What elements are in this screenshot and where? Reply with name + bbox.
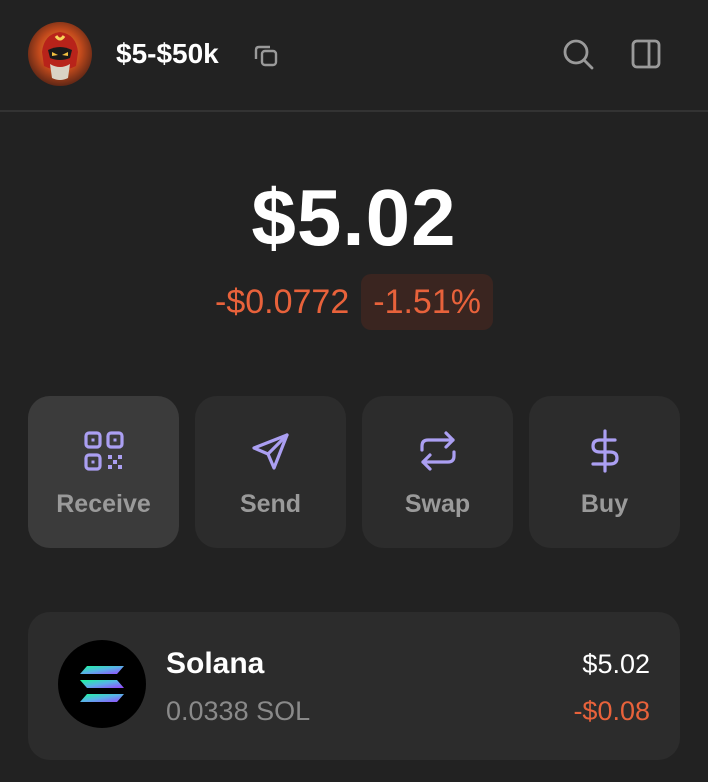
token-change: -$0.08 [573, 696, 650, 726]
search-button[interactable] [558, 34, 598, 74]
change-value: -$0.0772 [215, 283, 350, 321]
send-button[interactable]: Send [195, 396, 346, 548]
send-icon [248, 428, 294, 474]
send-label: Send [239, 490, 302, 518]
swap-button[interactable]: Swap [362, 396, 513, 548]
total-balance: $5.02 [251, 173, 457, 262]
header: $5-$50k [0, 0, 708, 112]
solana-logo-icon [58, 640, 146, 728]
receive-button[interactable]: Receive [28, 396, 179, 548]
wallet-app: $5-$50k $5.02 -$0.0772 -1.51% Receive Se… [0, 0, 708, 782]
buy-label: Buy [580, 490, 629, 518]
token-row-solana[interactable]: Solana 0.0338 SOL $5.02 -$0.08 [28, 612, 680, 760]
swap-label: Swap [404, 490, 471, 518]
dollar-icon [582, 428, 628, 474]
change-percent-badge: -1.51% [361, 274, 493, 330]
balance-change: -$0.0772 -1.51% [0, 274, 708, 330]
token-value: $5.02 [582, 649, 650, 679]
token-name: Solana [166, 647, 265, 680]
account-avatar[interactable] [28, 22, 92, 86]
swap-icon [415, 428, 461, 474]
qr-code-icon [81, 428, 127, 474]
action-buttons: Receive Send Swap Buy [28, 396, 680, 548]
copy-icon [254, 45, 278, 67]
sidebar-panel-icon [631, 39, 661, 69]
search-icon [563, 39, 594, 70]
token-amount: 0.0338 SOL [166, 696, 311, 726]
receive-label: Receive [56, 490, 151, 518]
copy-address-button[interactable] [250, 39, 282, 71]
sidebar-toggle-button[interactable] [626, 34, 666, 74]
buy-button[interactable]: Buy [529, 396, 680, 548]
account-name[interactable]: $5-$50k [116, 36, 219, 72]
